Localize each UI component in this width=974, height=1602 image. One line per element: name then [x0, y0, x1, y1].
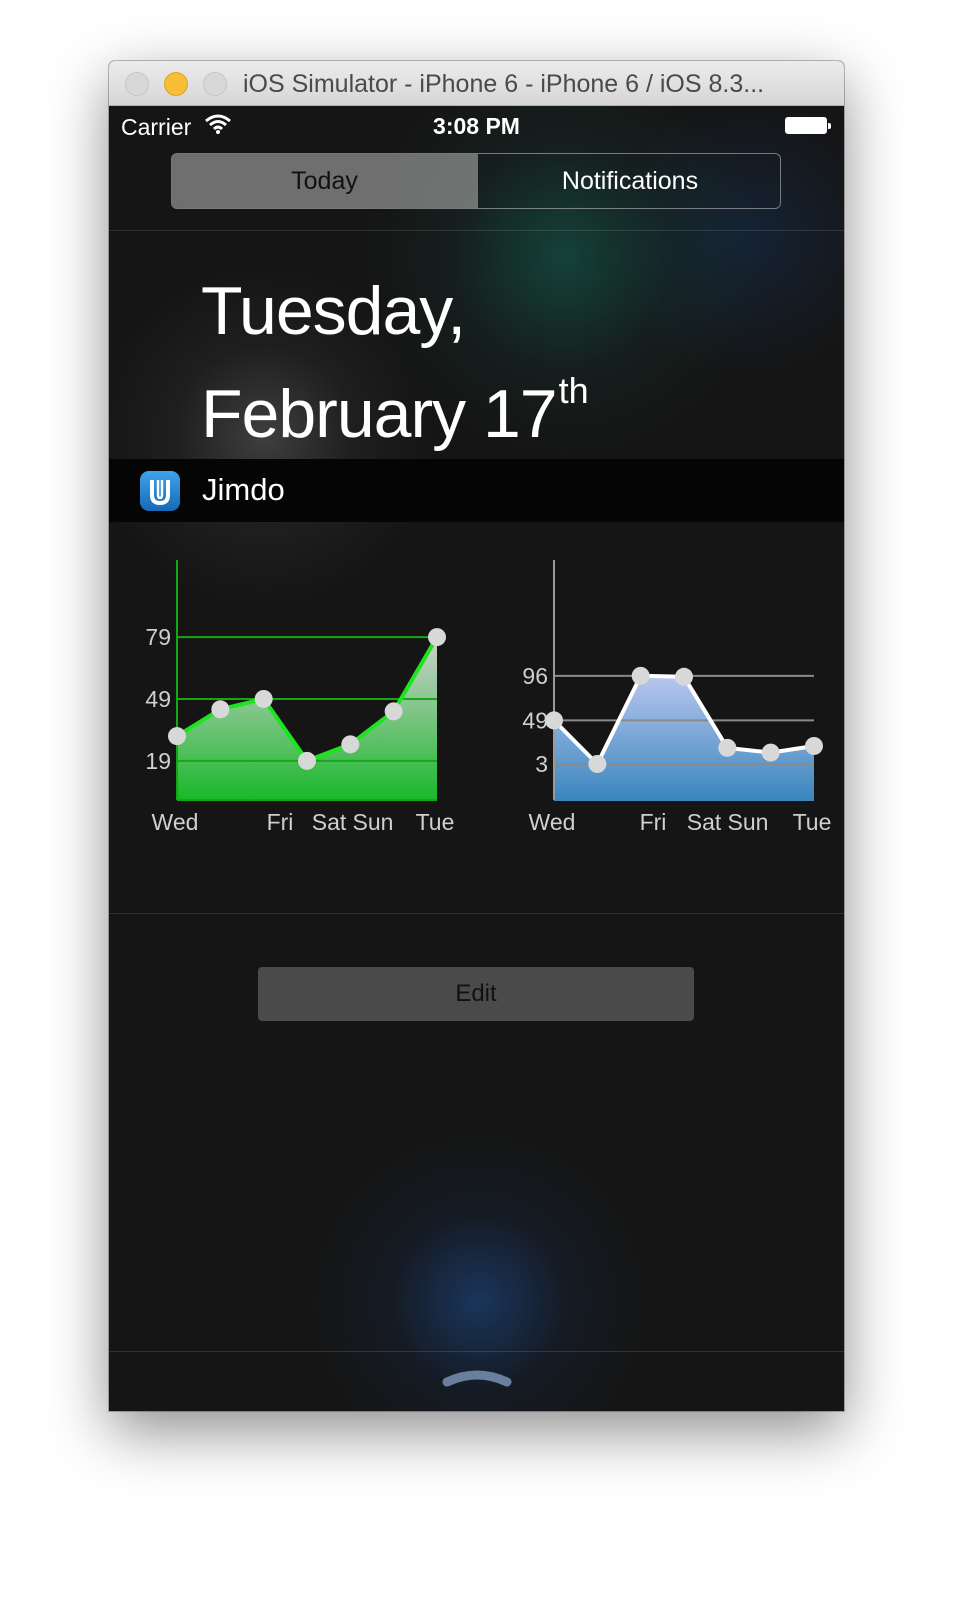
- blue-data-point: [631, 666, 650, 685]
- blue-x-tick-label: Sun: [728, 809, 769, 835]
- green-data-point: [341, 735, 360, 754]
- green-data-point: [211, 700, 230, 719]
- green-chart: 79 49 19 Wed Fri Sat Sun Tue: [145, 560, 454, 835]
- window-title: iOS Simulator - iPhone 6 - iPhone 6 / iO…: [243, 70, 765, 98]
- minimize-window-button[interactable]: [164, 72, 188, 96]
- blue-y-tick-label: 96: [522, 663, 548, 689]
- notification-center: Carrier 3:08 PM Today Notifications Tues…: [109, 106, 844, 1411]
- green-data-point: [384, 702, 403, 721]
- green-data-point: [254, 689, 273, 708]
- blue-area: [554, 675, 814, 800]
- blue-x-tick-label: Sat: [687, 809, 722, 835]
- window-titlebar: iOS Simulator - iPhone 6 - iPhone 6 / iO…: [109, 61, 844, 106]
- widget-divider: [109, 913, 844, 914]
- blue-y-tick-label: 49: [522, 707, 548, 733]
- blue-data-point: [761, 743, 780, 762]
- blue-x-tick-label: Wed: [529, 809, 576, 835]
- green-x-tick-label: Tue: [416, 809, 455, 835]
- simulator-window: iOS Simulator - iPhone 6 - iPhone 6 / iO…: [109, 61, 844, 1411]
- green-y-tick-label: 19: [145, 748, 171, 774]
- zoom-window-button[interactable]: [203, 72, 227, 96]
- blue-data-point: [588, 754, 607, 773]
- green-x-tick-label: Sun: [353, 809, 394, 835]
- blue-data-point: [805, 736, 823, 755]
- green-data-point: [428, 628, 446, 647]
- blue-y-tick-label: 3: [535, 751, 548, 777]
- edit-button[interactable]: Edit: [258, 967, 694, 1021]
- green-x-tick-label: Sat: [312, 809, 347, 835]
- widget-charts: 794919Wed Fri Sat Sun Tue 96493Wed Fri Sat Sun T…: [145, 560, 831, 835]
- blue-data-point: [545, 711, 563, 730]
- green-y-tick-label: 79: [145, 624, 171, 650]
- green-x-tick-label: Wed: [152, 809, 199, 835]
- green-y-tick-label: 49: [145, 686, 171, 712]
- green-data-point: [168, 727, 186, 746]
- footer-divider: [109, 1351, 844, 1352]
- grabber-handle-icon[interactable]: [441, 1364, 513, 1390]
- blue-data-point: [675, 667, 693, 686]
- blue-data-point: [718, 738, 737, 757]
- green-x-tick-label: Fri: [267, 809, 294, 835]
- blue-x-tick-label: Tue: [793, 809, 832, 835]
- blue-chart: 96 49 3 Wed Fri Sat Sun Tue: [522, 560, 831, 835]
- blue-x-tick-label: Fri: [640, 809, 667, 835]
- green-data-point: [298, 751, 316, 770]
- close-window-button[interactable]: [125, 72, 149, 96]
